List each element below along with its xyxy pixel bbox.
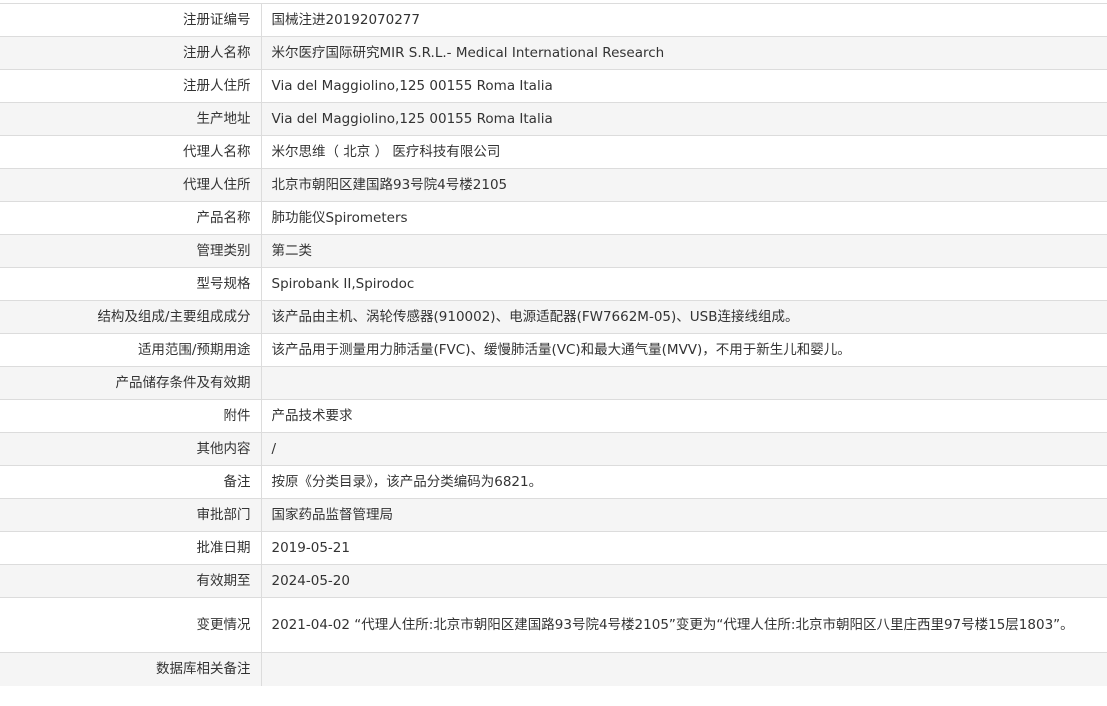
table-row-registrant-address: 注册人住所 Via del Maggiolino,125 00155 Roma … (0, 69, 1107, 103)
field-label: 附件 (0, 399, 262, 433)
field-label: 注册证编号 (0, 3, 262, 37)
table-row-attachment: 附件 产品技术要求 (0, 399, 1107, 433)
field-label: 管理类别 (0, 234, 262, 268)
field-value: 第二类 (261, 234, 1107, 268)
field-value: 米尔思维（ 北京 ） 医疗科技有限公司 (261, 135, 1107, 169)
field-label: 审批部门 (0, 498, 262, 532)
table-row-other-content: 其他内容 / (0, 432, 1107, 466)
table-row-agent-address: 代理人住所 北京市朝阳区建国路93号院4号楼2105 (0, 168, 1107, 202)
table-row-management-class: 管理类别 第二类 (0, 234, 1107, 268)
registration-detail-table: 注册证编号 国械注进20192070277 注册人名称 米尔医疗国际研究MIR … (0, 3, 1107, 686)
field-label: 批准日期 (0, 531, 262, 565)
field-value: 2019-05-21 (261, 531, 1107, 565)
table-row-product-name: 产品名称 肺功能仪Spirometers (0, 201, 1107, 235)
field-value: / (261, 432, 1107, 466)
field-label: 型号规格 (0, 267, 262, 301)
table-row-intended-use: 适用范围/预期用途 该产品用于测量用力肺活量(FVC)、缓慢肺活量(VC)和最大… (0, 333, 1107, 367)
table-row-model-spec: 型号规格 Spirobank II,Spirodoc (0, 267, 1107, 301)
table-row-registrant-name: 注册人名称 米尔医疗国际研究MIR S.R.L.- Medical Intern… (0, 36, 1107, 70)
field-value: 国家药品监督管理局 (261, 498, 1107, 532)
field-label: 生产地址 (0, 102, 262, 136)
field-label: 代理人住所 (0, 168, 262, 202)
table-row-database-notes: 数据库相关备注 (0, 652, 1107, 686)
field-value: 2024-05-20 (261, 564, 1107, 598)
field-label: 产品名称 (0, 201, 262, 235)
field-label: 备注 (0, 465, 262, 499)
field-label: 变更情况 (0, 597, 262, 653)
field-value (261, 652, 1107, 686)
field-label: 代理人名称 (0, 135, 262, 169)
field-value: 该产品由主机、涡轮传感器(910002)、电源适配器(FW7662M-05)、U… (261, 300, 1107, 334)
field-value: 米尔医疗国际研究MIR S.R.L.- Medical Internationa… (261, 36, 1107, 70)
table-row-structure-composition: 结构及组成/主要组成成分 该产品由主机、涡轮传感器(910002)、电源适配器(… (0, 300, 1107, 334)
field-value: 产品技术要求 (261, 399, 1107, 433)
field-label: 注册人名称 (0, 36, 262, 70)
field-label: 产品储存条件及有效期 (0, 366, 262, 400)
table-row-approval-date: 批准日期 2019-05-21 (0, 531, 1107, 565)
table-row-change-history: 变更情况 2021-04-02 “代理人住所:北京市朝阳区建国路93号院4号楼2… (0, 597, 1107, 653)
field-value: Spirobank II,Spirodoc (261, 267, 1107, 301)
table-row-registration-number: 注册证编号 国械注进20192070277 (0, 3, 1107, 37)
field-value: 国械注进20192070277 (261, 3, 1107, 37)
field-value: 2021-04-02 “代理人住所:北京市朝阳区建国路93号院4号楼2105”变… (261, 597, 1107, 653)
field-value: 按原《分类目录》，该产品分类编码为6821。 (261, 465, 1107, 499)
field-label: 其他内容 (0, 432, 262, 466)
table-row-storage-conditions: 产品储存条件及有效期 (0, 366, 1107, 400)
field-label: 有效期至 (0, 564, 262, 598)
table-row-approval-department: 审批部门 国家药品监督管理局 (0, 498, 1107, 532)
table-row-remarks: 备注 按原《分类目录》，该产品分类编码为6821。 (0, 465, 1107, 499)
field-label: 结构及组成/主要组成成分 (0, 300, 262, 334)
field-value: 肺功能仪Spirometers (261, 201, 1107, 235)
field-value (261, 366, 1107, 400)
table-row-production-address: 生产地址 Via del Maggiolino,125 00155 Roma I… (0, 102, 1107, 136)
table-row-agent-name: 代理人名称 米尔思维（ 北京 ） 医疗科技有限公司 (0, 135, 1107, 169)
field-label: 注册人住所 (0, 69, 262, 103)
field-value: 该产品用于测量用力肺活量(FVC)、缓慢肺活量(VC)和最大通气量(MVV)，不… (261, 333, 1107, 367)
field-value: Via del Maggiolino,125 00155 Roma Italia (261, 69, 1107, 103)
field-value: Via del Maggiolino,125 00155 Roma Italia (261, 102, 1107, 136)
field-label: 适用范围/预期用途 (0, 333, 262, 367)
table-row-valid-until: 有效期至 2024-05-20 (0, 564, 1107, 598)
field-value: 北京市朝阳区建国路93号院4号楼2105 (261, 168, 1107, 202)
field-label: 数据库相关备注 (0, 652, 262, 686)
